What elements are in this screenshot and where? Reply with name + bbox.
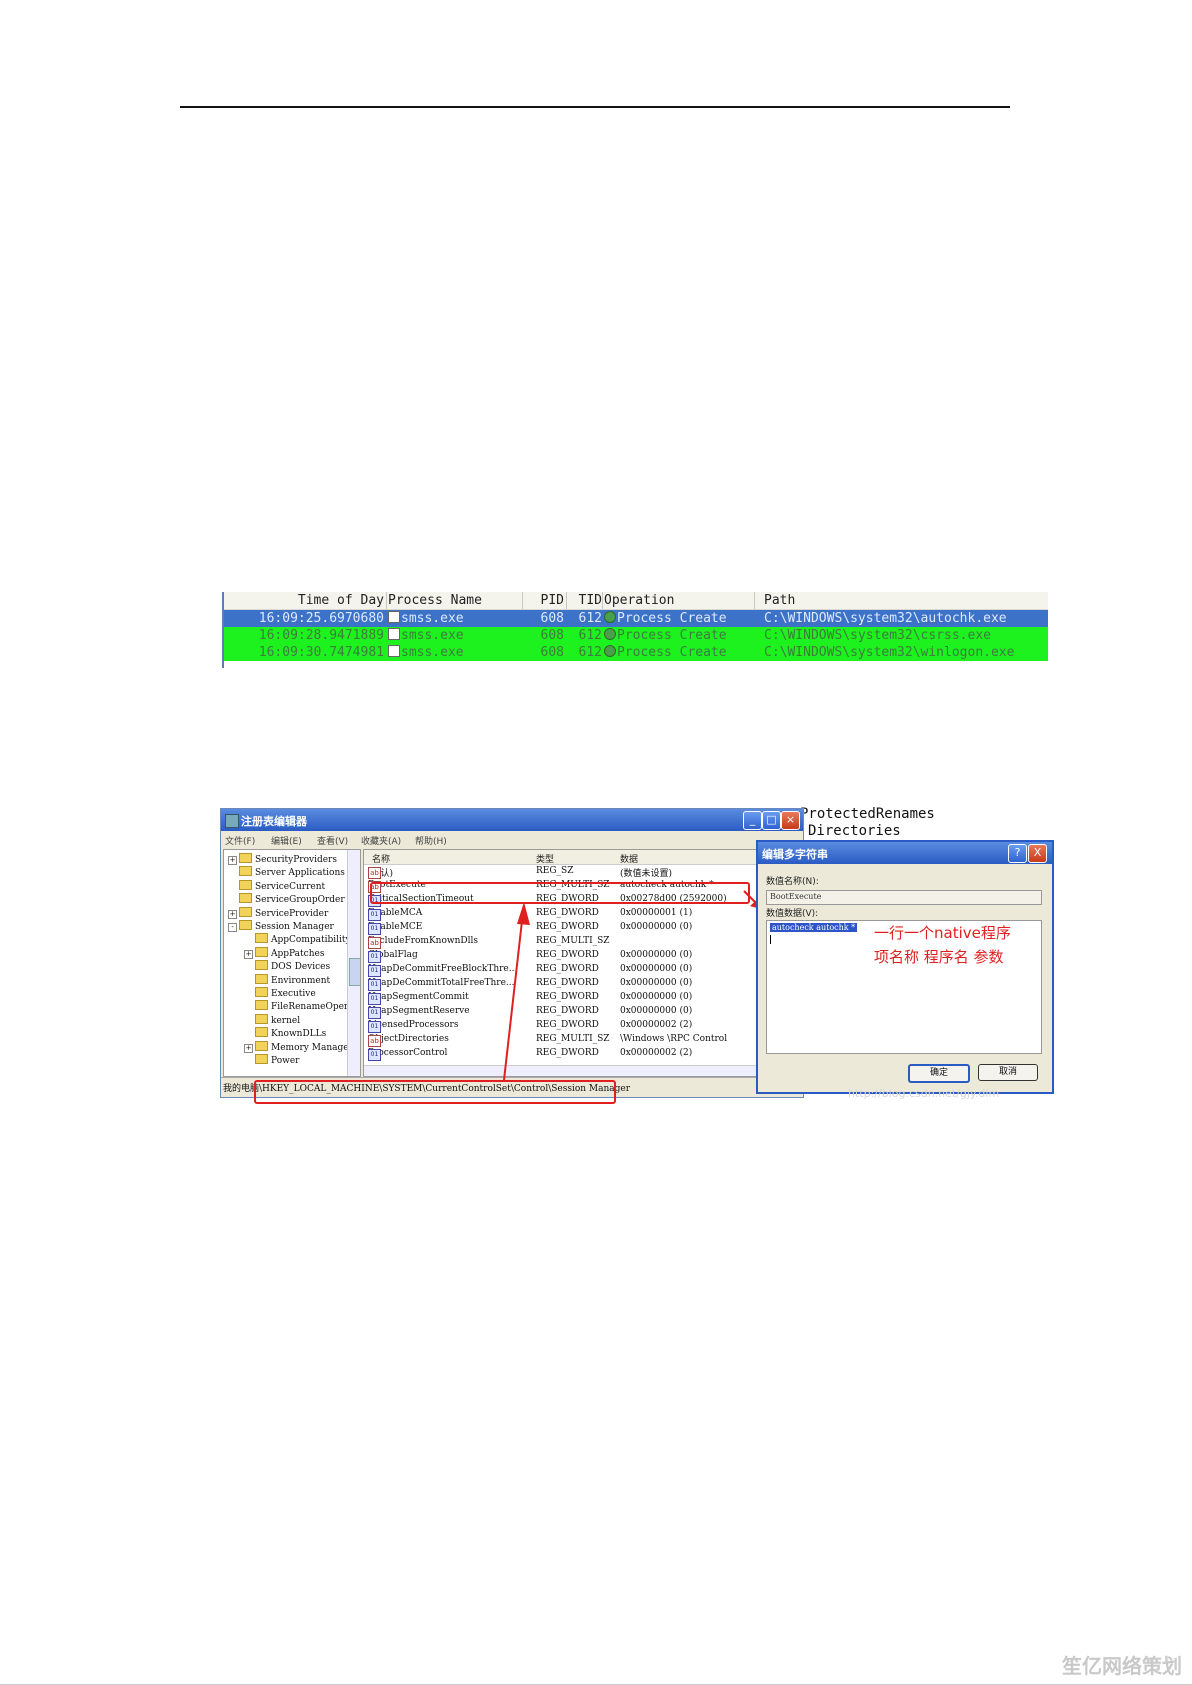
dialog-titlebar[interactable]: 编辑多字符串 ? X: [758, 842, 1052, 864]
edit-multistring-dialog: 编辑多字符串 ? X 数值名称(N): BootExecute 数值数据(V):…: [756, 840, 1054, 1094]
value-name-label: 数值名称(N):: [766, 877, 819, 887]
dialog-close-button[interactable]: X: [1028, 844, 1047, 863]
help-button[interactable]: ?: [1008, 844, 1027, 863]
arrow-up-head: [517, 902, 530, 925]
selected-data-text: autocheck autochk *: [770, 923, 858, 932]
annotation-line-2: 项名称 程序名 参数: [874, 948, 1004, 966]
value-name-field[interactable]: BootExecute: [766, 890, 1042, 905]
site-watermark: 笙亿网络策划: [1062, 1654, 1182, 1678]
watermark-url: http://blog.csdn.net/gjy.dlm: [848, 1087, 1000, 1100]
arrow-up-line: [503, 911, 524, 1081]
text-caret: [770, 935, 771, 944]
value-data-label: 数值数据(V):: [766, 909, 819, 919]
annotation-line-1: 一行一个native程序: [874, 924, 1011, 942]
cancel-button[interactable]: 取消: [978, 1064, 1038, 1081]
dialog-title: 编辑多字符串: [762, 848, 828, 861]
ok-button[interactable]: 确定: [908, 1064, 970, 1083]
